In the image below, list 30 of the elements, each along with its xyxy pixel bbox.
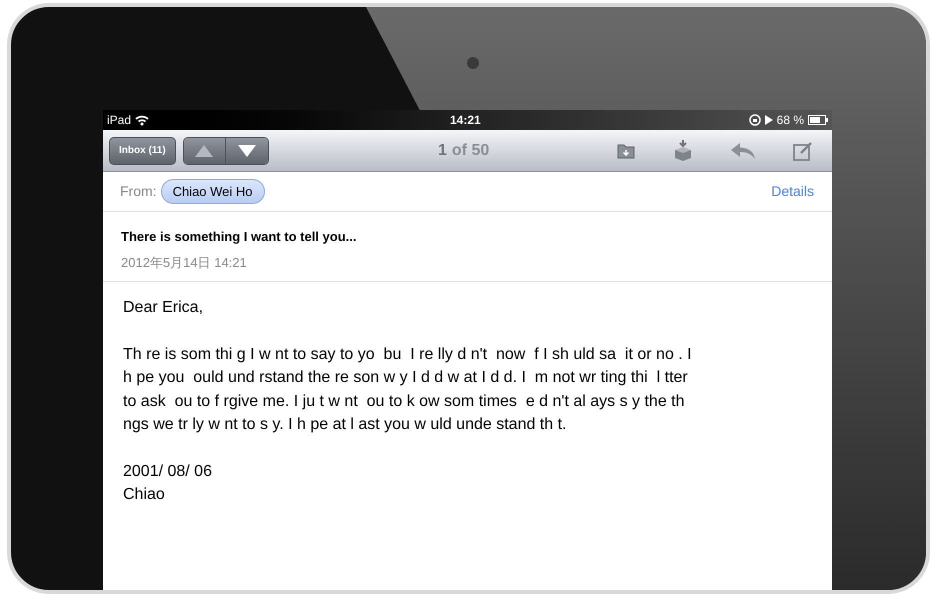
rotation-lock-icon bbox=[748, 114, 761, 126]
inbox-button[interactable]: Inbox (11) bbox=[109, 136, 176, 164]
wifi-icon bbox=[135, 114, 150, 126]
play-icon bbox=[764, 115, 773, 125]
up-triangle-icon bbox=[195, 144, 214, 156]
next-message-button[interactable] bbox=[226, 138, 268, 164]
body-text-line: h pe you ould und rstand the re son w y I d d w at I d d. I m not wr ting thi l tter bbox=[123, 368, 689, 388]
status-time: 14:21 bbox=[450, 112, 481, 129]
archive-box-icon[interactable] bbox=[673, 140, 693, 162]
message-subject: There is something I want to tell you... bbox=[121, 228, 358, 246]
previous-message-button[interactable] bbox=[184, 138, 226, 164]
reply-arrow-icon[interactable] bbox=[730, 142, 756, 160]
battery-icon bbox=[808, 115, 828, 125]
battery-percentage: 68 % bbox=[776, 112, 804, 129]
body-text-line: ngs we tr ly w nt to s y. I h pe at l ast you w uld unde stand th t. bbox=[123, 415, 568, 435]
body-text-line: to ask ou to f rgive me. I ju t w nt ou to k ow som times e d n't al ays s y the th bbox=[123, 392, 686, 412]
sender-chip[interactable]: Chiao Wei Ho bbox=[160, 178, 265, 204]
signature-line: Chiao bbox=[123, 485, 166, 505]
signature-line: 2001/ 08/ 06 bbox=[123, 462, 213, 482]
body-text-line: Th re is som thi g I w nt to say to yo bu I re lly d n't now f I sh uld sa it or no . I bbox=[123, 344, 693, 364]
details-link[interactable]: Details bbox=[771, 181, 814, 202]
greeting-text: Dear Erica, bbox=[123, 298, 204, 318]
down-triangle-icon bbox=[238, 144, 256, 156]
message-date: 2012年5月14日 14:21 bbox=[121, 254, 248, 272]
compose-icon[interactable] bbox=[793, 140, 813, 160]
device-name: iPad bbox=[107, 112, 132, 129]
folder-icon[interactable] bbox=[616, 142, 636, 160]
message-position: 1 bbox=[438, 141, 447, 161]
from-label: From: bbox=[120, 182, 157, 201]
message-total: of 50 bbox=[452, 141, 490, 161]
